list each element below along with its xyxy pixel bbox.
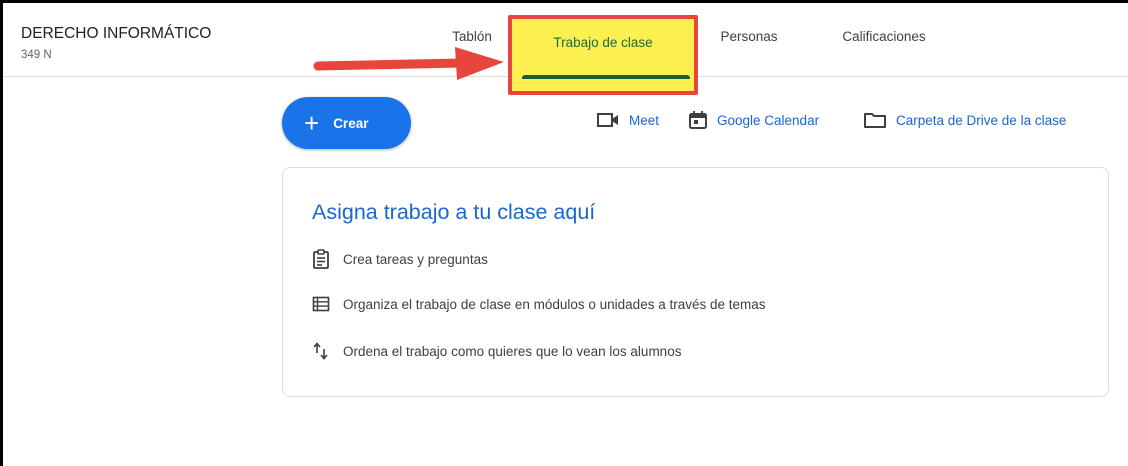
create-button-label: Crear xyxy=(333,115,369,131)
empty-state-card: Asigna trabajo a tu clase aquí Crea tare… xyxy=(282,167,1109,397)
tab-people[interactable]: Personas xyxy=(703,3,795,77)
empty-state-title: Asigna trabajo a tu clase aquí xyxy=(312,200,596,224)
drive-folder-link[interactable]: Carpeta de Drive de la clase xyxy=(863,109,1066,131)
tab-grades-label: Calificaciones xyxy=(842,28,926,44)
tab-stream-label: Tablón xyxy=(452,28,492,44)
create-button[interactable]: + Crear xyxy=(282,97,411,149)
list-item: Ordena el trabajo como quieres que lo ve… xyxy=(312,341,681,361)
reorder-arrows-icon xyxy=(313,342,328,360)
tab-classwork[interactable]: Trabajo de clase xyxy=(512,19,694,91)
plus-icon: + xyxy=(304,108,320,138)
folder-icon xyxy=(864,113,886,128)
tab-grades[interactable]: Calificaciones xyxy=(825,3,943,77)
drive-folder-link-label: Carpeta de Drive de la clase xyxy=(896,112,1067,128)
course-section: 349 N xyxy=(21,49,52,61)
video-camera-icon xyxy=(597,113,618,127)
list-item-text: Organiza el trabajo de clase en módulos … xyxy=(343,296,766,312)
meet-link-label: Meet xyxy=(629,112,660,128)
tab-classwork-label: Trabajo de clase xyxy=(553,35,653,50)
google-calendar-link-label: Google Calendar xyxy=(717,112,820,128)
calendar-icon xyxy=(689,111,707,129)
google-calendar-link[interactable]: Google Calendar xyxy=(688,109,819,131)
assignment-icon xyxy=(313,249,329,269)
list-item-text: Crea tareas y preguntas xyxy=(343,251,488,267)
tab-people-label: Personas xyxy=(720,28,778,44)
list-item: Crea tareas y preguntas xyxy=(312,249,488,269)
list-item: Organiza el trabajo de clase en módulos … xyxy=(312,296,766,312)
annotation-arrow-icon xyxy=(313,47,504,80)
list-item-text: Ordena el trabajo como quieres que lo ve… xyxy=(343,343,682,359)
topics-list-icon xyxy=(312,296,330,312)
active-tab-indicator xyxy=(522,75,690,79)
course-title[interactable]: DERECHO INFORMÁTICO xyxy=(21,25,211,43)
meet-link[interactable]: Meet xyxy=(596,109,659,131)
